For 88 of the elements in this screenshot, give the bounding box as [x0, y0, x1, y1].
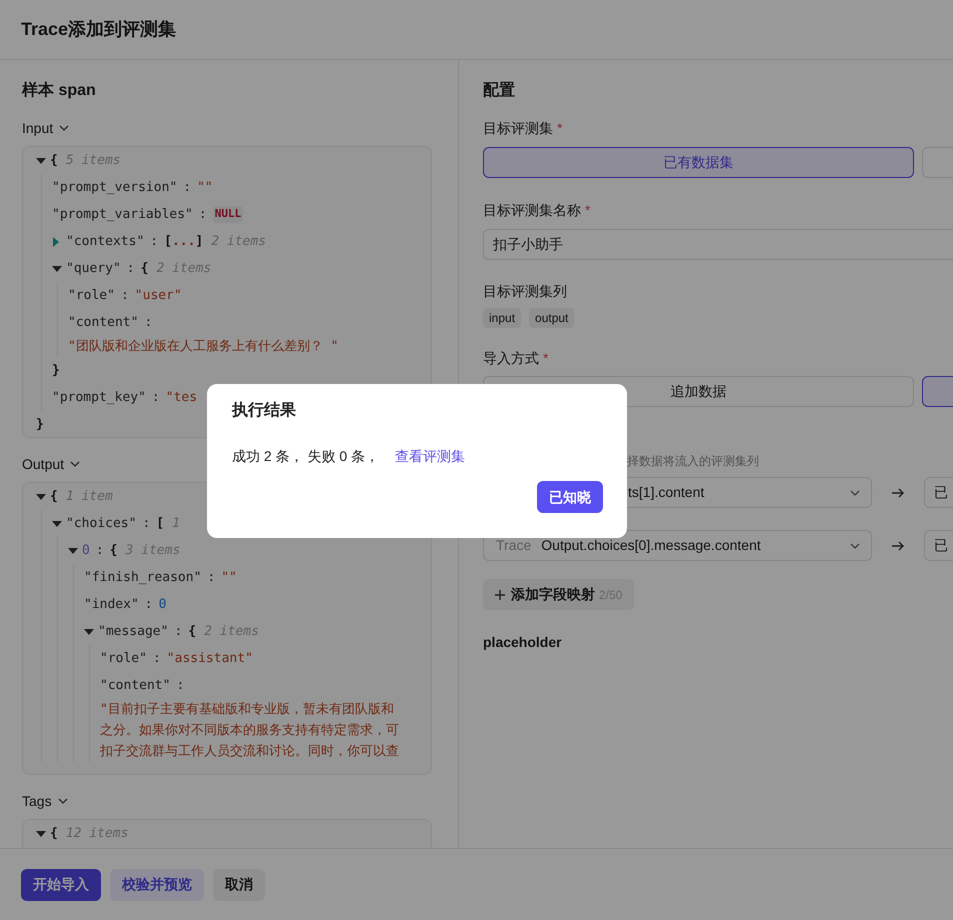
separator: : [96, 542, 104, 560]
field-label: 目标评测集列 [483, 282, 567, 300]
open-bracket: { [50, 152, 58, 170]
section-toggle[interactable]: Input [22, 118, 70, 138]
key-name: "prompt_key" [52, 388, 146, 407]
number-value: 0 [158, 596, 166, 614]
separator: : [183, 178, 192, 197]
open-bracket: { [50, 824, 58, 843]
field-label: 导入方式 [483, 348, 539, 368]
string-value: "" [197, 178, 213, 197]
open-bracket: { [110, 542, 118, 560]
key-name: "content" [68, 314, 138, 332]
string-value: "assistant" [166, 650, 253, 668]
separator: : [144, 596, 153, 614]
key-name: "index" [84, 596, 139, 614]
panel-title: 配置 [483, 80, 516, 101]
view-dataset-link[interactable]: 查看评测集 [395, 446, 466, 466]
placeholder-text: placeholder [483, 633, 562, 652]
key-name: "finish_reason" [84, 568, 202, 587]
separator: : [152, 650, 161, 668]
string-value: "tes [166, 388, 198, 407]
open-bracket: { [188, 622, 196, 641]
result-message: 成功 2 条， 失败 0 条， [232, 446, 380, 466]
caret-down-icon[interactable] [68, 546, 78, 554]
string-value: "团队版和企业版在人工服务上有什么差别？ " [68, 338, 340, 356]
separator: : [120, 286, 129, 305]
window-title: Trace添加到评测集 [21, 18, 176, 41]
key-name: "choices" [66, 514, 136, 533]
acknowledge-button[interactable]: 已知晓 [537, 481, 603, 513]
separator: : [126, 260, 135, 278]
required-mark: * [543, 348, 548, 368]
separator: : [198, 206, 207, 224]
caret-down-icon[interactable] [36, 492, 46, 500]
arrow-right-icon [891, 486, 905, 498]
required-mark: * [585, 200, 590, 220]
string-value: "user" [134, 286, 182, 305]
separator: : [150, 232, 158, 251]
option-button[interactable]: 已有数据集 [483, 147, 914, 178]
footer-button[interactable]: 校验并预览 [110, 868, 204, 900]
key-name: "query" [66, 260, 121, 278]
caret-right-icon[interactable] [52, 236, 60, 246]
caret-down-icon[interactable] [36, 156, 46, 164]
section-toggle[interactable]: Output [22, 454, 82, 474]
caret-down-icon[interactable] [36, 830, 46, 838]
field-label: 目标评测集 [483, 118, 553, 138]
plus-icon [495, 590, 505, 600]
open-bracket: [ [156, 514, 164, 533]
column-tag: output [529, 308, 574, 328]
footer-button[interactable]: 开始导入 [21, 868, 101, 900]
hint-text: 择数据将流入的评测集列 [627, 453, 759, 470]
key-name: "prompt_variables" [52, 206, 193, 224]
field-label: 目标评测集名称 [483, 200, 581, 220]
caret-down-icon[interactable] [84, 628, 94, 636]
arrow-right-icon [891, 540, 905, 552]
open-bracket: { [140, 260, 148, 278]
target-select[interactable]: 已 [924, 477, 953, 508]
caret-down-icon[interactable] [52, 520, 62, 528]
dialog-title: 执行结果 [232, 400, 296, 421]
separator: : [152, 388, 160, 407]
section-toggle[interactable]: Tags [22, 791, 69, 811]
open-bracket: { [50, 488, 58, 506]
ellipsis[interactable]: ... [172, 232, 196, 252]
string-value: "目前扣子主要有基础版和专业版，暂未有团队版和 之分。如果你对不同版本的服务支持有特定需求，可 扣子交流群与工作人员交流和讨论。同时，你可以查 [100, 701, 400, 761]
open-bracket: [ [164, 232, 172, 251]
key-name: "prompt_version" [52, 178, 178, 197]
panel-title: 样本 span [22, 80, 97, 101]
close-bracket: ] [195, 232, 204, 251]
footer-button[interactable]: 取消 [213, 868, 265, 900]
key-name: "role" [100, 650, 147, 668]
separator: : [174, 622, 182, 641]
null-badge: NULL [212, 206, 244, 223]
separator: : [176, 676, 184, 695]
string-value: "" [221, 568, 237, 587]
name-input[interactable]: 扣子小助手 [483, 229, 953, 260]
separator: : [142, 514, 150, 533]
key-name: "contexts" [66, 232, 144, 251]
separator: : [207, 568, 216, 587]
close-bracket: } [52, 362, 60, 380]
caret-down-icon[interactable] [52, 264, 62, 272]
required-mark: * [557, 118, 562, 138]
index-key: 0 [82, 540, 90, 560]
target-select[interactable]: 已 [924, 530, 953, 561]
key-name: "role" [68, 286, 115, 305]
separator: : [144, 314, 152, 332]
close-bracket: } [36, 416, 44, 434]
key-name: "message" [98, 622, 168, 641]
column-tag: input [483, 308, 522, 328]
key-name: "content" [100, 676, 170, 695]
